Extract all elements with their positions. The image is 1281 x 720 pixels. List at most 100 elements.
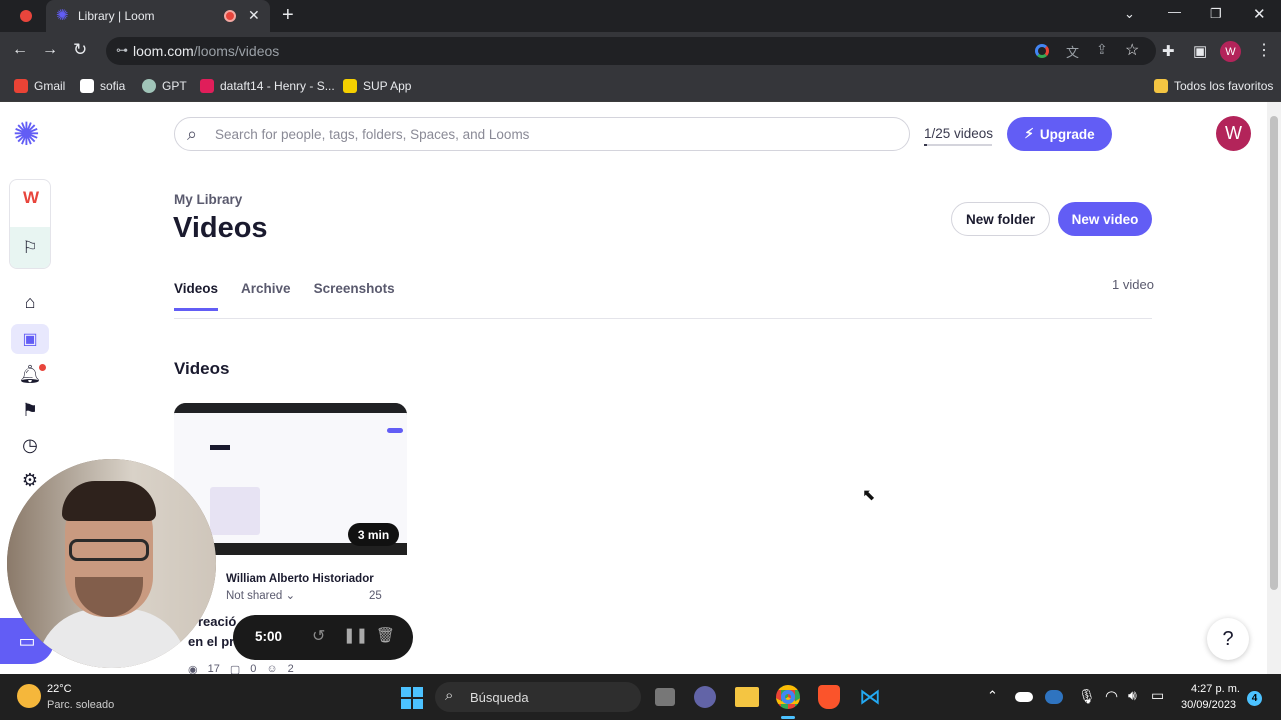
home-icon[interactable]: ⌂ <box>18 290 42 314</box>
loom-favicon-icon: ✺ <box>56 7 69 24</box>
video-author: William Alberto Historiador <box>226 573 374 585</box>
library-icon[interactable]: ▣ <box>11 324 49 354</box>
address-bar[interactable]: ⊶ loom.com/looms/videos 文 ⇪ ☆ <box>106 37 1156 65</box>
webcam-person-hair <box>62 481 156 521</box>
browser-menu-icon[interactable]: ⋮ <box>1256 40 1272 60</box>
minimize-icon[interactable]: — <box>1168 4 1181 19</box>
delete-icon[interactable]: 🗑︎ <box>376 626 395 644</box>
browser-tab-active[interactable]: ✺ Library | Loom ✕ <box>46 0 270 32</box>
microphone-icon[interactable]: 🎙︎ <box>1078 688 1096 705</box>
thumbnail-title <box>210 445 230 450</box>
weather-icon[interactable] <box>17 684 41 708</box>
page-title: Videos <box>173 212 268 244</box>
scrollbar-thumb[interactable] <box>1270 116 1278 590</box>
windows-taskbar: 22°C Parc. soleado ⌕ Búsqueda ⋈ ⌃ 🎙︎ ◠ 🔊… <box>0 674 1281 720</box>
sync-icon[interactable] <box>1045 690 1063 704</box>
volume-icon[interactable]: 🔊︎ <box>1128 687 1137 704</box>
loom-logo-icon[interactable]: ✺ <box>13 116 40 152</box>
bookmark-dataft14[interactable]: dataft14 - Henry - S... <box>200 77 335 95</box>
weather-condition[interactable]: Parc. soleado <box>47 699 114 711</box>
side-panel-icon[interactable]: ▣ <box>1193 42 1207 60</box>
bookmark-sofia[interactable]: sofia <box>80 77 125 95</box>
video-quota-label: 1/25 videos <box>924 126 994 141</box>
pause-icon[interactable]: ❚❚ <box>343 626 368 644</box>
folder-icon <box>1154 79 1168 93</box>
loom-app: ✺ W ⚐ ⌂ ▣ 🔔︎ ⚑ ◷ ⚙ ▭ ⌕ Search for people… <box>0 102 1281 676</box>
teams-icon[interactable] <box>694 686 716 708</box>
sup-app-icon <box>343 79 357 93</box>
extensions-icon[interactable]: ✚ <box>1162 42 1175 60</box>
clock-date[interactable]: 30/09/2023 <box>1181 699 1236 711</box>
video-quota[interactable]: 1/25 videos <box>924 126 993 146</box>
upgrade-button[interactable]: ⚡︎ Upgrade <box>1007 117 1112 151</box>
clock-time[interactable]: 4:27 p. m. <box>1191 683 1240 695</box>
task-view-icon[interactable] <box>655 688 675 706</box>
chrome-icon[interactable] <box>776 685 800 709</box>
wifi-icon[interactable]: ◠ <box>1105 687 1118 705</box>
upgrade-label: Upgrade <box>1039 126 1095 142</box>
webcam-bubble[interactable] <box>7 459 216 668</box>
browser-tab-bar: ✺ Library | Loom ✕ + ⌄ — ❐ ✕ <box>0 0 1281 32</box>
duration-badge: 3 min <box>348 523 399 546</box>
maximize-icon[interactable]: ❐ <box>1210 6 1222 22</box>
gift-icon[interactable]: ⚐ <box>10 227 50 268</box>
bookmark-label: Gmail <box>34 79 66 93</box>
tab-close-icon[interactable]: ✕ <box>248 7 260 24</box>
forward-icon[interactable]: → <box>42 41 58 59</box>
tray-overflow-icon[interactable]: ⌃ <box>987 688 998 704</box>
bookmark-star-icon[interactable]: ☆ <box>1125 40 1139 60</box>
url-domain: loom.com <box>133 43 194 59</box>
file-explorer-icon[interactable] <box>735 687 759 707</box>
new-tab-icon[interactable]: + <box>282 4 294 27</box>
recording-indicator-icon <box>20 10 32 22</box>
thumbnail-tabbar <box>174 403 407 413</box>
chevron-down-icon: ⌄ <box>285 590 296 602</box>
restart-icon[interactable]: ↺ <box>312 626 325 646</box>
onedrive-icon[interactable] <box>1015 692 1033 702</box>
workspace-avatar: W <box>22 188 40 207</box>
bookmark-icon[interactable]: ⚑ <box>18 398 42 422</box>
bookmark-gmail[interactable]: Gmail <box>14 77 65 95</box>
bookmark-sup-app[interactable]: SUP App <box>343 77 411 95</box>
notification-badge[interactable]: 4 <box>1247 691 1262 706</box>
sofia-icon <box>80 79 94 93</box>
share-status[interactable]: Not shared ⌄ <box>226 588 295 602</box>
back-icon[interactable]: ← <box>12 41 28 59</box>
brave-icon[interactable] <box>818 685 840 709</box>
gmail-icon <box>14 79 28 93</box>
video-quota-fill <box>924 144 927 146</box>
site-info-icon[interactable]: ⊶ <box>116 43 128 57</box>
start-icon[interactable] <box>401 687 423 709</box>
breadcrumb[interactable]: My Library <box>174 192 242 207</box>
page-scrollbar[interactable] <box>1267 102 1281 674</box>
all-bookmarks-folder[interactable]: Todos los favoritos <box>1154 77 1273 95</box>
taskbar-search-icon: ⌕ <box>445 687 454 704</box>
taskbar-search-label: Búsqueda <box>470 689 529 705</box>
new-folder-button[interactable]: New folder <box>951 202 1050 236</box>
weather-temperature[interactable]: 22°C <box>47 683 72 695</box>
search-input[interactable]: ⌕ Search for people, tags, folders, Spac… <box>174 117 910 151</box>
share-icon[interactable]: ⇪ <box>1096 41 1108 58</box>
browser-profile-avatar[interactable]: W <box>1220 41 1241 62</box>
taskbar-search[interactable]: ⌕ Búsqueda <box>435 682 641 712</box>
new-video-button[interactable]: New video <box>1058 202 1152 236</box>
battery-icon[interactable]: ▭ <box>1151 687 1164 704</box>
history-icon[interactable]: ◷ <box>18 433 42 457</box>
tab-list-icon[interactable]: ⌄ <box>1124 6 1135 22</box>
google-lens-icon[interactable] <box>1035 44 1049 58</box>
help-button[interactable]: ? <box>1207 618 1249 660</box>
vscode-icon[interactable]: ⋈ <box>859 685 881 709</box>
tab-screenshots[interactable]: Screenshots <box>314 281 395 311</box>
workspace-switcher[interactable]: W ⚐ <box>9 179 51 269</box>
tabs-divider <box>174 318 1152 319</box>
translate-icon[interactable]: 文 <box>1066 42 1079 61</box>
video-date: 25 <box>369 590 382 602</box>
tab-archive[interactable]: Archive <box>241 281 291 311</box>
reload-icon[interactable]: ↻ <box>73 40 87 60</box>
close-window-icon[interactable]: ✕ <box>1253 5 1266 23</box>
bookmark-label: sofia <box>100 79 126 93</box>
webcam-glasses <box>69 539 149 561</box>
user-avatar[interactable]: W <box>1216 116 1251 151</box>
tab-videos[interactable]: Videos <box>174 281 219 311</box>
bookmark-gpt[interactable]: GPT <box>142 77 187 95</box>
